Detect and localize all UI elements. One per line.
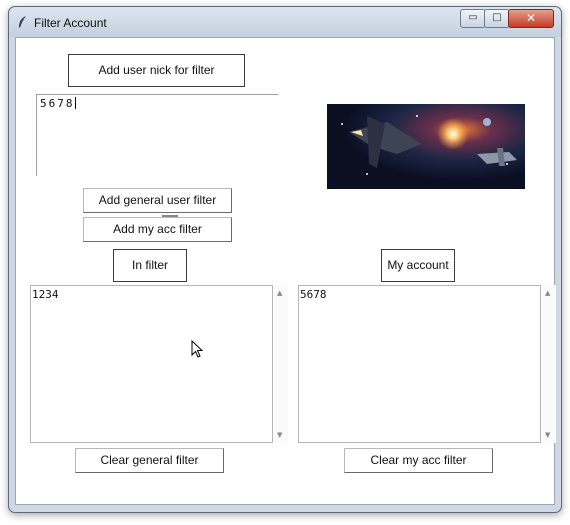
client-area: Add user nick for filter 5678 Add genera… — [15, 37, 556, 505]
add-user-nick-button[interactable]: Add user nick for filter — [68, 54, 245, 87]
list-item[interactable]: 5678 — [299, 286, 540, 303]
add-general-user-filter-button[interactable]: Add general user filter — [83, 188, 232, 213]
scroll-up-icon[interactable]: ▲ — [545, 289, 550, 297]
filter-account-window: Filter Account ▭ □ ✕ Add user nick for f… — [8, 6, 562, 513]
list-item[interactable]: 1234 — [31, 286, 272, 303]
text-caret — [74, 97, 76, 109]
maximize-button[interactable]: □ — [484, 9, 510, 28]
clear-general-filter-button[interactable]: Clear general filter — [75, 448, 224, 473]
in-filter-listbox[interactable]: 1234 — [30, 285, 273, 443]
titlebar[interactable]: Filter Account ▭ □ ✕ — [9, 7, 561, 37]
close-button[interactable]: ✕ — [508, 9, 554, 28]
space-ship-image — [327, 104, 525, 189]
close-icon: ✕ — [525, 11, 537, 25]
in-filter-button[interactable]: In filter — [113, 249, 187, 282]
my-account-listbox[interactable]: 5678 — [298, 285, 541, 443]
mouse-pointer-icon — [191, 340, 203, 358]
user-nick-input[interactable]: 5678 — [36, 94, 278, 176]
user-nick-value: 5678 — [40, 97, 75, 110]
scroll-down-icon[interactable]: ▼ — [277, 431, 282, 439]
add-my-acc-filter-button[interactable]: Add my acc filter — [83, 217, 232, 242]
focus-mark — [162, 215, 178, 217]
scroll-down-icon[interactable]: ▼ — [545, 431, 550, 439]
minimize-button[interactable]: ▭ — [460, 9, 486, 28]
maximize-icon: □ — [492, 12, 502, 23]
clear-my-acc-filter-button[interactable]: Clear my acc filter — [344, 448, 493, 473]
in-filter-scrollbar[interactable]: ▲ ▼ — [274, 285, 288, 443]
window-title: Filter Account — [34, 16, 107, 30]
scroll-up-icon[interactable]: ▲ — [277, 289, 282, 297]
my-account-scrollbar[interactable]: ▲ ▼ — [542, 285, 556, 443]
minimize-icon: ▭ — [468, 12, 478, 23]
my-account-button[interactable]: My account — [381, 249, 455, 282]
feather-icon — [19, 16, 26, 28]
